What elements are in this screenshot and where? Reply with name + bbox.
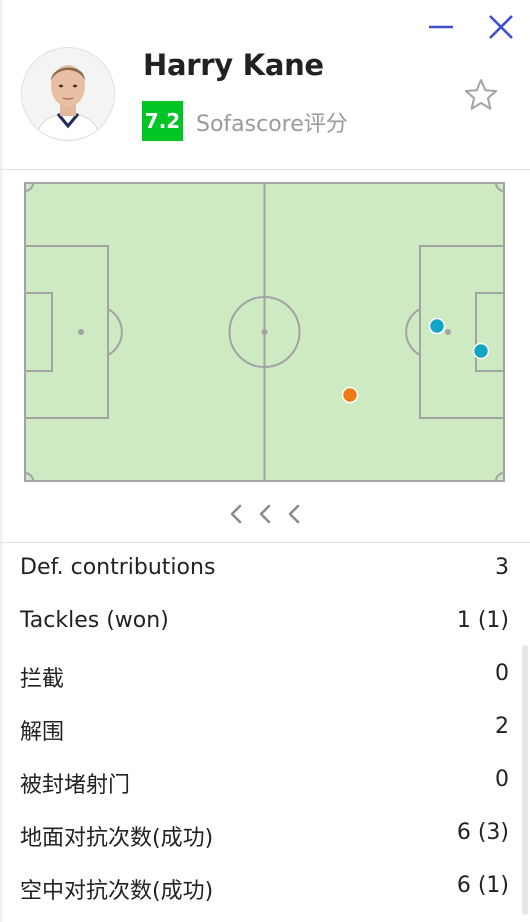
stat-value: 0 bbox=[495, 661, 509, 686]
stat-row-interceptions: 拦截 0 bbox=[0, 649, 530, 702]
player-header: Harry Kane 7.2 Sofascore评分 bbox=[0, 0, 530, 170]
stat-label: 拦截 bbox=[20, 667, 65, 692]
left-penalty-spot bbox=[78, 329, 84, 335]
close-button[interactable] bbox=[486, 12, 516, 42]
pitch-drawing bbox=[24, 182, 505, 482]
stat-label: 地面对抗次数(成功) bbox=[20, 826, 214, 851]
stat-label: Tackles (won) bbox=[20, 608, 169, 633]
stat-label: 解围 bbox=[20, 720, 65, 745]
stat-row-blocked-shots: 被封堵射门 0 bbox=[0, 755, 530, 808]
stat-row-aerial-duels: 空中对抗次数(成功) 6 (1) bbox=[0, 861, 530, 914]
stat-row-ground-duels: 地面对抗次数(成功) 6 (3) bbox=[0, 808, 530, 861]
rating-source-label: Sofascore评分 bbox=[196, 112, 348, 137]
chevron-left-icon[interactable] bbox=[226, 501, 246, 527]
star-icon bbox=[464, 79, 498, 110]
center-spot bbox=[261, 329, 268, 335]
scrollbar[interactable] bbox=[522, 645, 528, 915]
player-name: Harry Kane bbox=[143, 48, 324, 82]
stat-value: 3 bbox=[495, 555, 509, 580]
chevron-left-icon[interactable] bbox=[284, 501, 304, 527]
right-penalty-spot bbox=[445, 329, 451, 335]
action-marker bbox=[472, 342, 490, 360]
action-marker bbox=[341, 386, 359, 404]
stat-label: 被封堵射门 bbox=[20, 773, 131, 798]
stat-value: 0 bbox=[495, 767, 509, 792]
header-divider bbox=[0, 169, 530, 170]
heatmap-pager bbox=[226, 501, 304, 527]
action-marker bbox=[428, 317, 446, 335]
minimize-button[interactable] bbox=[426, 12, 456, 42]
x-icon bbox=[489, 15, 513, 39]
minus-icon bbox=[429, 25, 453, 29]
stat-value: 2 bbox=[495, 714, 509, 739]
stat-label: Def. contributions bbox=[20, 555, 216, 580]
rating-badge: 7.2 bbox=[142, 101, 183, 141]
stat-value: 1 (1) bbox=[456, 608, 509, 633]
stat-value: 6 (1) bbox=[456, 873, 509, 898]
stat-value: 6 (3) bbox=[456, 820, 509, 845]
player-stats-panel: Harry Kane 7.2 Sofascore评分 Def. contribu… bbox=[0, 0, 530, 922]
heatmap-pitch bbox=[24, 182, 505, 482]
player-photo bbox=[22, 48, 114, 140]
stat-row-def-contributions: Def. contributions 3 bbox=[0, 543, 530, 596]
stat-label: 空中对抗次数(成功) bbox=[20, 879, 214, 904]
favorite-button[interactable] bbox=[463, 77, 499, 113]
stat-row-clearances: 解围 2 bbox=[0, 702, 530, 755]
chevron-left-icon[interactable] bbox=[255, 501, 275, 527]
stats-list: Def. contributions 3 Tackles (won) 1 (1)… bbox=[0, 543, 530, 914]
player-avatar bbox=[21, 47, 115, 141]
stat-row-tackles: Tackles (won) 1 (1) bbox=[0, 596, 530, 649]
